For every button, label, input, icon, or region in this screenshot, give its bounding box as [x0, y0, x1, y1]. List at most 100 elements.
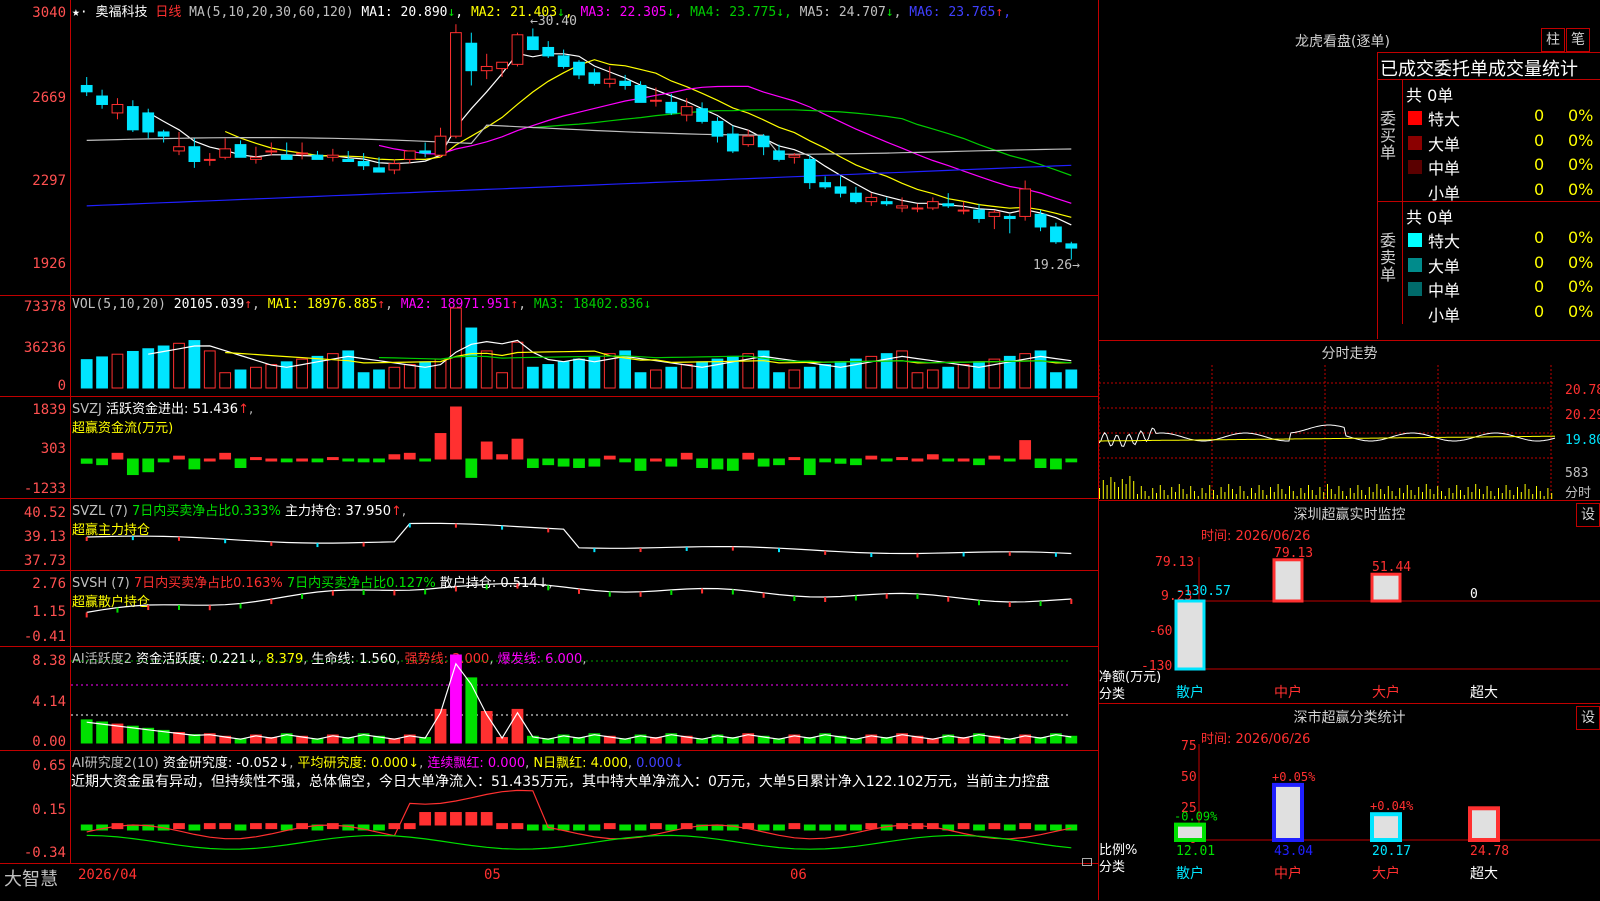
candle-body	[403, 150, 416, 160]
svsh-panel[interactable]: 2.76 1.15 -0.41 SVSH (7) 7日内买卖净占比0.163% …	[0, 571, 1098, 647]
svsh-marker	[424, 589, 427, 595]
svzj-bar	[573, 458, 585, 468]
color-swatch	[1408, 160, 1422, 174]
volume-panel[interactable]: 73378 36236 0 VOL(5,10,20) 20105.039↑, M…	[0, 296, 1098, 397]
color-swatch	[1408, 135, 1422, 150]
ai2-bar	[403, 823, 416, 830]
svzj-bar	[234, 458, 247, 468]
intraday-vol-bar	[1460, 490, 1461, 499]
kline-panel[interactable]: 3040 2669 2297 1926 ★· 奥福科技 日线 MA(5,10,2…	[0, 0, 1098, 296]
ai1-bar	[434, 708, 447, 744]
intraday-vol-bar	[1220, 487, 1222, 499]
intraday-vol-bar	[1289, 486, 1290, 499]
intraday-vol-bar	[1463, 495, 1465, 499]
intraday-vol-bar	[1482, 494, 1484, 499]
ss-bar-chart[interactable]: -0.09% 12.01 散户 +0.05% 43.04 中户 +0.04% 20.17 大户 2…	[1099, 704, 1600, 900]
ai2-bar	[234, 824, 247, 831]
svzj-axis: 1839 303 -1233	[0, 397, 71, 498]
candle-body	[865, 196, 878, 203]
sell-qty: 0	[1534, 301, 1545, 321]
intraday-panel[interactable]: 分时走势 20.78 20.29 19.80 583 分时	[1099, 341, 1600, 501]
ai-research-chart[interactable]	[71, 751, 1098, 863]
buy-pct: 0%	[1568, 106, 1594, 125]
svzj-bar	[834, 458, 847, 464]
sz-category-label: 中户	[1274, 684, 1302, 701]
svzl-panel[interactable]: 40.52 39.13 37.73 SVZL (7) 7日内买卖净占比0.333…	[0, 499, 1098, 571]
intraday-vol-bar	[1406, 485, 1408, 499]
ai-activity-panel[interactable]: 8.38 4.14 0.00 AI活跃度2 资金活跃度: 0.221↓, 8.3…	[0, 647, 1098, 751]
svzl-chart[interactable]	[71, 499, 1098, 570]
svsh-line	[86, 582, 1072, 613]
volume-bar	[957, 364, 970, 389]
svzj-bar	[526, 458, 539, 468]
stat-box: 已成交委托单成交量统计 委买单 共 0单 特大 0 0% 大单 0 0% 中单 0 0% 小单 0 0…	[1377, 52, 1600, 339]
intraday-vol-bar	[1513, 495, 1515, 499]
candle-body	[142, 112, 155, 133]
sz-monitor-panel[interactable]: 深圳超赢实时监控 设 时间: 2026/06/26 79.13 9.23 -60…	[1099, 501, 1600, 704]
intraday-vol-bar	[1216, 495, 1218, 499]
brand-logo: 大智慧	[4, 869, 58, 890]
buy-pct: 0%	[1568, 179, 1594, 199]
intraday-vol-bar	[1414, 495, 1416, 499]
candle-body	[157, 131, 170, 137]
candle-body	[588, 72, 601, 84]
column-view-button[interactable]: 柱	[1541, 28, 1565, 52]
buy-total: 共 0单	[1406, 86, 1454, 105]
volume-bar	[419, 361, 432, 389]
svzj-panel[interactable]: 1839 303 -1233 SVZJ 活跃资金进出: 51.436↑, 超赢资…	[0, 397, 1098, 499]
ss-value-label: 20.17	[1372, 844, 1411, 859]
price-tick: 2669	[32, 90, 66, 106]
intraday-title: 分时走势	[1321, 346, 1378, 362]
ss-bar	[1468, 806, 1500, 842]
ai2-bar	[619, 824, 632, 831]
ss-category-label: 散户	[1176, 865, 1204, 882]
candle-body	[419, 150, 432, 154]
intraday-vol-bar	[1315, 495, 1317, 499]
sz-bar-chart[interactable]: -130.57 散户 79.13 中户 51.44 大户 0 超大	[1099, 501, 1600, 703]
svzj-bar	[465, 458, 478, 478]
volume-bar	[634, 372, 647, 389]
intraday-vol-bar	[1235, 494, 1237, 499]
ai1-bar	[1065, 735, 1078, 744]
sell-label: 特大	[1428, 232, 1461, 251]
ai2-bar	[788, 823, 801, 830]
ai2-bar	[265, 823, 278, 830]
svzj-bar	[850, 458, 862, 466]
volume-chart[interactable]	[71, 296, 1098, 396]
ma4-line	[532, 109, 1072, 177]
svsh-marker	[270, 599, 273, 605]
sz-category-label: 散户	[1176, 684, 1204, 701]
lock-icon[interactable]	[1082, 858, 1092, 866]
intraday-vol-bar	[1498, 488, 1499, 499]
candle-body	[1019, 188, 1032, 217]
svzj-chart[interactable]	[71, 397, 1098, 498]
ss-stat-panel[interactable]: 深市超赢分类统计 设 时间: 2026/06/26 75 50 25 0 比例%…	[1099, 704, 1600, 900]
candle-body	[619, 80, 632, 86]
intraday-tick: 20.29	[1565, 408, 1600, 423]
svsh-chart[interactable]	[71, 571, 1098, 646]
svzj-tick: 303	[40, 441, 66, 457]
ai2-bar	[203, 823, 216, 830]
ai-research-panel[interactable]: 0.65 0.15 -0.34 AI研究度2(10) 资金研究度: -0.052…	[0, 751, 1098, 863]
intraday-vol-bar	[1270, 487, 1271, 499]
ss-delta-label: +0.05%	[1272, 770, 1316, 784]
intraday-chart[interactable]	[1099, 365, 1600, 500]
intraday-vol-bar	[1338, 486, 1340, 499]
tick-view-button[interactable]: 笔	[1566, 28, 1590, 52]
candle-body	[650, 99, 662, 102]
candle-body	[111, 103, 124, 114]
svzl-marker	[824, 550, 827, 555]
svzj-bar	[742, 452, 755, 460]
svzj-bar	[419, 458, 432, 462]
svzj-bar	[1050, 458, 1062, 470]
intraday-vol-bar	[1228, 484, 1230, 499]
intraday-vol-bar	[1102, 480, 1104, 499]
ss-value-label: 43.04	[1274, 844, 1313, 859]
kline-chart[interactable]	[71, 0, 1098, 295]
volume-bar	[403, 364, 416, 389]
ai-activity-chart[interactable]	[71, 647, 1098, 750]
ss-value-label: 24.78	[1470, 844, 1509, 859]
ai2-bar	[957, 823, 970, 830]
ai2-bar	[650, 823, 662, 830]
volume-bar	[526, 366, 539, 389]
